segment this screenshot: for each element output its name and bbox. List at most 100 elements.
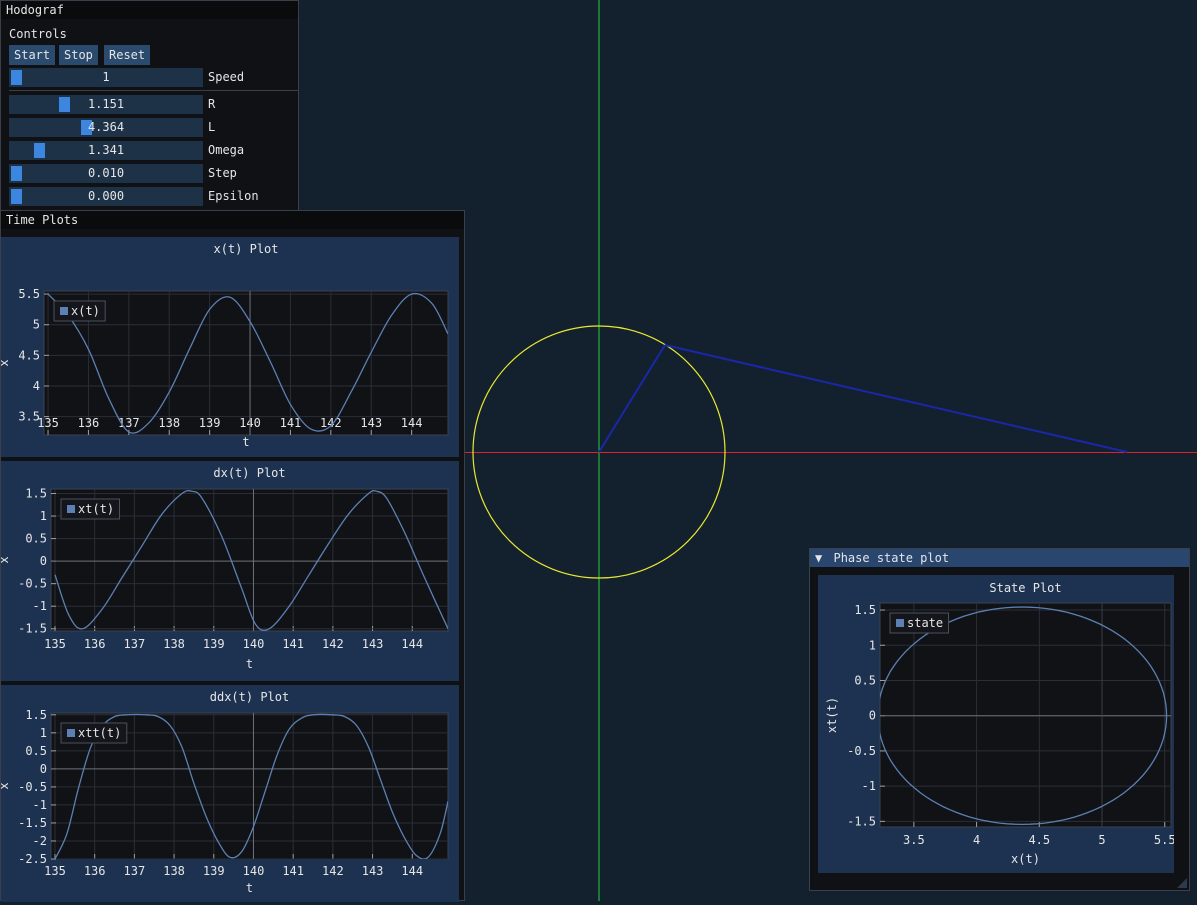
x-tick-label: 4 — [973, 833, 980, 847]
legend-swatch — [60, 307, 68, 315]
ddx-plot-frame: ddx(t) Plot 135 136 137 138 139 140 141 142 143 14… — [0, 685, 459, 902]
r-value: 1.151 — [87, 97, 125, 111]
y-tick-label: 1.5 — [854, 603, 876, 617]
x-tick-label: 137 — [124, 864, 146, 878]
y-tick-label: 5 — [33, 318, 40, 332]
x-tick-label: 141 — [282, 637, 304, 651]
l-label: L — [208, 120, 216, 134]
l-slider[interactable]: 4.364 — [9, 118, 203, 137]
x-tick-label: 143 — [362, 864, 384, 878]
x-axis-label: t — [246, 657, 253, 671]
omega-label: Omega — [208, 143, 245, 157]
reset-button[interactable]: Reset — [104, 45, 151, 65]
y-axis-label: x — [1, 556, 11, 563]
y-tick-label: 1.5 — [25, 708, 47, 722]
y-tick-label: 1.5 — [25, 487, 47, 501]
y-axis-label: x — [1, 359, 11, 366]
x-tick-label: 3.5 — [903, 833, 925, 847]
y-tick-label: -0.5 — [18, 577, 47, 591]
x-tick-label: 138 — [163, 864, 185, 878]
y-tick-label: -1 — [33, 798, 47, 812]
y-tick-label: 1 — [869, 638, 876, 652]
y-tick-label: 5.5 — [18, 287, 40, 301]
x-tick-label: 136 — [84, 864, 106, 878]
x-tick-label: 140 — [243, 864, 265, 878]
resize-grip[interactable] — [1177, 878, 1187, 888]
y-tick-label: 0.5 — [25, 744, 47, 758]
x-tick-label: 5.5 — [1154, 833, 1174, 847]
x-tick-label: 141 — [282, 864, 304, 878]
x-tick-label: 144 — [401, 864, 423, 878]
speed-value: 1 — [102, 70, 110, 84]
y-tick-label: -1.5 — [847, 814, 876, 828]
dx-plot[interactable]: dx(t) Plot 135 136 137 138 139 140 141 142 143 144… — [0, 461, 459, 681]
x-tick-label: 144 — [401, 637, 423, 651]
y-tick-label: -2 — [33, 834, 47, 848]
speed-slider[interactable]: 1 — [9, 68, 203, 87]
controls-section-label: Controls — [9, 27, 67, 41]
step-value: 0.010 — [87, 166, 125, 180]
stop-button[interactable]: Stop — [59, 45, 98, 65]
y-tick-label: 0.5 — [854, 673, 876, 687]
y-tick-label: 3.5 — [18, 410, 40, 424]
y-tick-label: 0 — [40, 554, 47, 568]
step-label: Step — [208, 166, 237, 180]
phase-window-titlebar[interactable]: ▼ Phase state plot — [810, 549, 1189, 567]
crank-arm — [598, 344, 666, 453]
legend-label: state — [907, 616, 943, 630]
hodograf-window[interactable]: Hodograf Controls Start Stop Reset 1 Spe… — [0, 0, 299, 211]
x-axis-label: t — [242, 435, 249, 449]
x-tick-label: 142 — [322, 864, 344, 878]
x-tick-label: 136 — [84, 637, 106, 651]
epsilon-slider[interactable]: 0.000 — [9, 187, 203, 206]
ddx-plot[interactable]: ddx(t) Plot 135 136 137 138 139 140 141 142 143 14… — [0, 685, 459, 902]
y-axis-label: x — [1, 782, 11, 789]
legend-label: xtt(t) — [78, 726, 121, 740]
x-tick-label: 141 — [280, 416, 302, 430]
x-tick-label: 138 — [158, 416, 180, 430]
epsilon-label: Epsilon — [208, 189, 259, 203]
y-tick-label: 1 — [40, 509, 47, 523]
plot-title: dx(t) Plot — [213, 466, 285, 480]
x-tick-label: 143 — [362, 637, 384, 651]
time-plots-window[interactable]: Time Plots x(t) Plot 135 136 137 138 139 140 14… — [0, 210, 465, 902]
omega-value: 1.341 — [87, 143, 125, 157]
hodograf-window-title[interactable]: Hodograf — [1, 1, 298, 19]
y-tick-label: -1.5 — [18, 622, 47, 636]
phase-state-window[interactable]: ▼ Phase state plot State Plot 3.5 4 4.5 5 5.5… — [809, 548, 1190, 891]
x-tick-label: 139 — [203, 637, 225, 651]
plot-title: ddx(t) Plot — [210, 690, 289, 704]
x-tick-label: 135 — [44, 864, 66, 878]
x-tick-label: 144 — [401, 416, 423, 430]
separator — [9, 90, 298, 91]
speed-label: Speed — [208, 70, 245, 84]
legend-swatch — [896, 619, 904, 627]
step-slider[interactable]: 0.010 — [9, 164, 203, 183]
y-tick-label: 0 — [40, 762, 47, 776]
x-axis-label: t — [246, 881, 253, 895]
x-tick-label: 143 — [360, 416, 382, 430]
state-plot[interactable]: State Plot 3.5 4 4.5 5 5.5 -1.5 -1 -0.5 0 0.5 1 1.5 x… — [818, 575, 1176, 873]
triangle-down-icon[interactable]: ▼ — [815, 551, 822, 565]
omega-slider[interactable]: 1.341 — [9, 141, 203, 160]
y-tick-label: 0 — [869, 709, 876, 723]
plot-title: State Plot — [989, 581, 1061, 595]
y-tick-label: -1.5 — [18, 816, 47, 830]
y-tick-label: -2.5 — [18, 852, 47, 866]
x-tick-label: 136 — [78, 416, 100, 430]
x-tick-label: 139 — [203, 864, 225, 878]
x-tick-label: 140 — [243, 637, 265, 651]
epsilon-value: 0.000 — [87, 189, 125, 203]
x-plot[interactable]: x(t) Plot135 136 137 138 139 140 141 142 143 1443… — [0, 237, 459, 457]
connecting-rod — [664, 344, 1128, 453]
y-tick-label: -1 — [33, 599, 47, 613]
phase-window-title: Phase state plot — [833, 551, 950, 565]
y-axis-label: xt(t) — [825, 697, 839, 733]
start-button[interactable]: Start — [9, 45, 56, 65]
y-tick-label: -0.5 — [847, 744, 876, 758]
x-tick-label: 135 — [37, 416, 59, 430]
r-label: R — [208, 97, 216, 111]
time-plots-window-title[interactable]: Time Plots — [1, 211, 464, 229]
y-tick-label: 4 — [33, 379, 40, 393]
r-slider[interactable]: 1.151 — [9, 95, 203, 114]
